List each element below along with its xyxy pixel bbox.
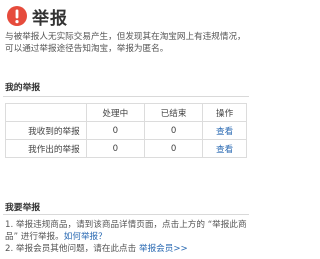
- page-title: 举报: [32, 8, 68, 29]
- view-received-link[interactable]: 查看: [216, 127, 233, 137]
- how-to-report-link[interactable]: 如何举报？: [64, 232, 107, 242]
- column-header-processing: 处理中: [85, 103, 145, 122]
- item1-text: 1. 举报违规商品，请到该商品详情页面，点击上方的 “举报此商品” 进行举报。: [5, 220, 247, 242]
- my-reports-table: 处理中 已结束 操作 我收到的举报 0 0 查看 我作出的举报 0 0 查看: [5, 103, 247, 158]
- action-cell: 查看: [202, 139, 247, 158]
- page-header: 举报: [6, 2, 68, 30]
- finished-count: 0: [143, 139, 204, 158]
- action-cell: 查看: [202, 121, 247, 140]
- list-item: 1. 举报违规商品，请到该商品详情页面，点击上方的 “举报此商品” 进行举报。如…: [5, 219, 249, 243]
- section-divider: [3, 214, 249, 215]
- row-label-made: 我作出的举报: [5, 139, 87, 158]
- want-report-list: 1. 举报违规商品，请到该商品详情页面，点击上方的 “举报此商品” 进行举报。如…: [5, 219, 249, 255]
- processing-count: 0: [85, 139, 145, 158]
- section-divider: [3, 96, 249, 97]
- processing-count: 0: [85, 121, 145, 140]
- row-label-received: 我收到的举报: [5, 121, 87, 140]
- view-made-link[interactable]: 查看: [216, 145, 233, 155]
- item2-text: 2. 举报会员其他问题，请在此点击: [5, 244, 137, 254]
- column-header-action: 操作: [202, 103, 247, 122]
- finished-count: 0: [143, 121, 204, 140]
- report-member-link[interactable]: 举报会员>>: [139, 244, 188, 254]
- alert-icon: [7, 6, 27, 26]
- table-header-row: 处理中 已结束 操作: [5, 103, 247, 122]
- column-header-blank: [5, 103, 87, 122]
- table-row: 我收到的举报 0 0 查看: [5, 121, 247, 140]
- my-reports-title: 我的举报: [5, 83, 41, 93]
- want-report-title: 我要举报: [5, 203, 41, 213]
- column-header-finished: 已结束: [143, 103, 204, 122]
- intro-text: 与被举报人无实际交易产生，但发现其在淘宝网上有违规情况，可以通过举报途径告知淘宝…: [5, 32, 246, 54]
- list-item: 2. 举报会员其他问题，请在此点击 举报会员>>: [5, 243, 249, 255]
- table-row: 我作出的举报 0 0 查看: [5, 139, 247, 158]
